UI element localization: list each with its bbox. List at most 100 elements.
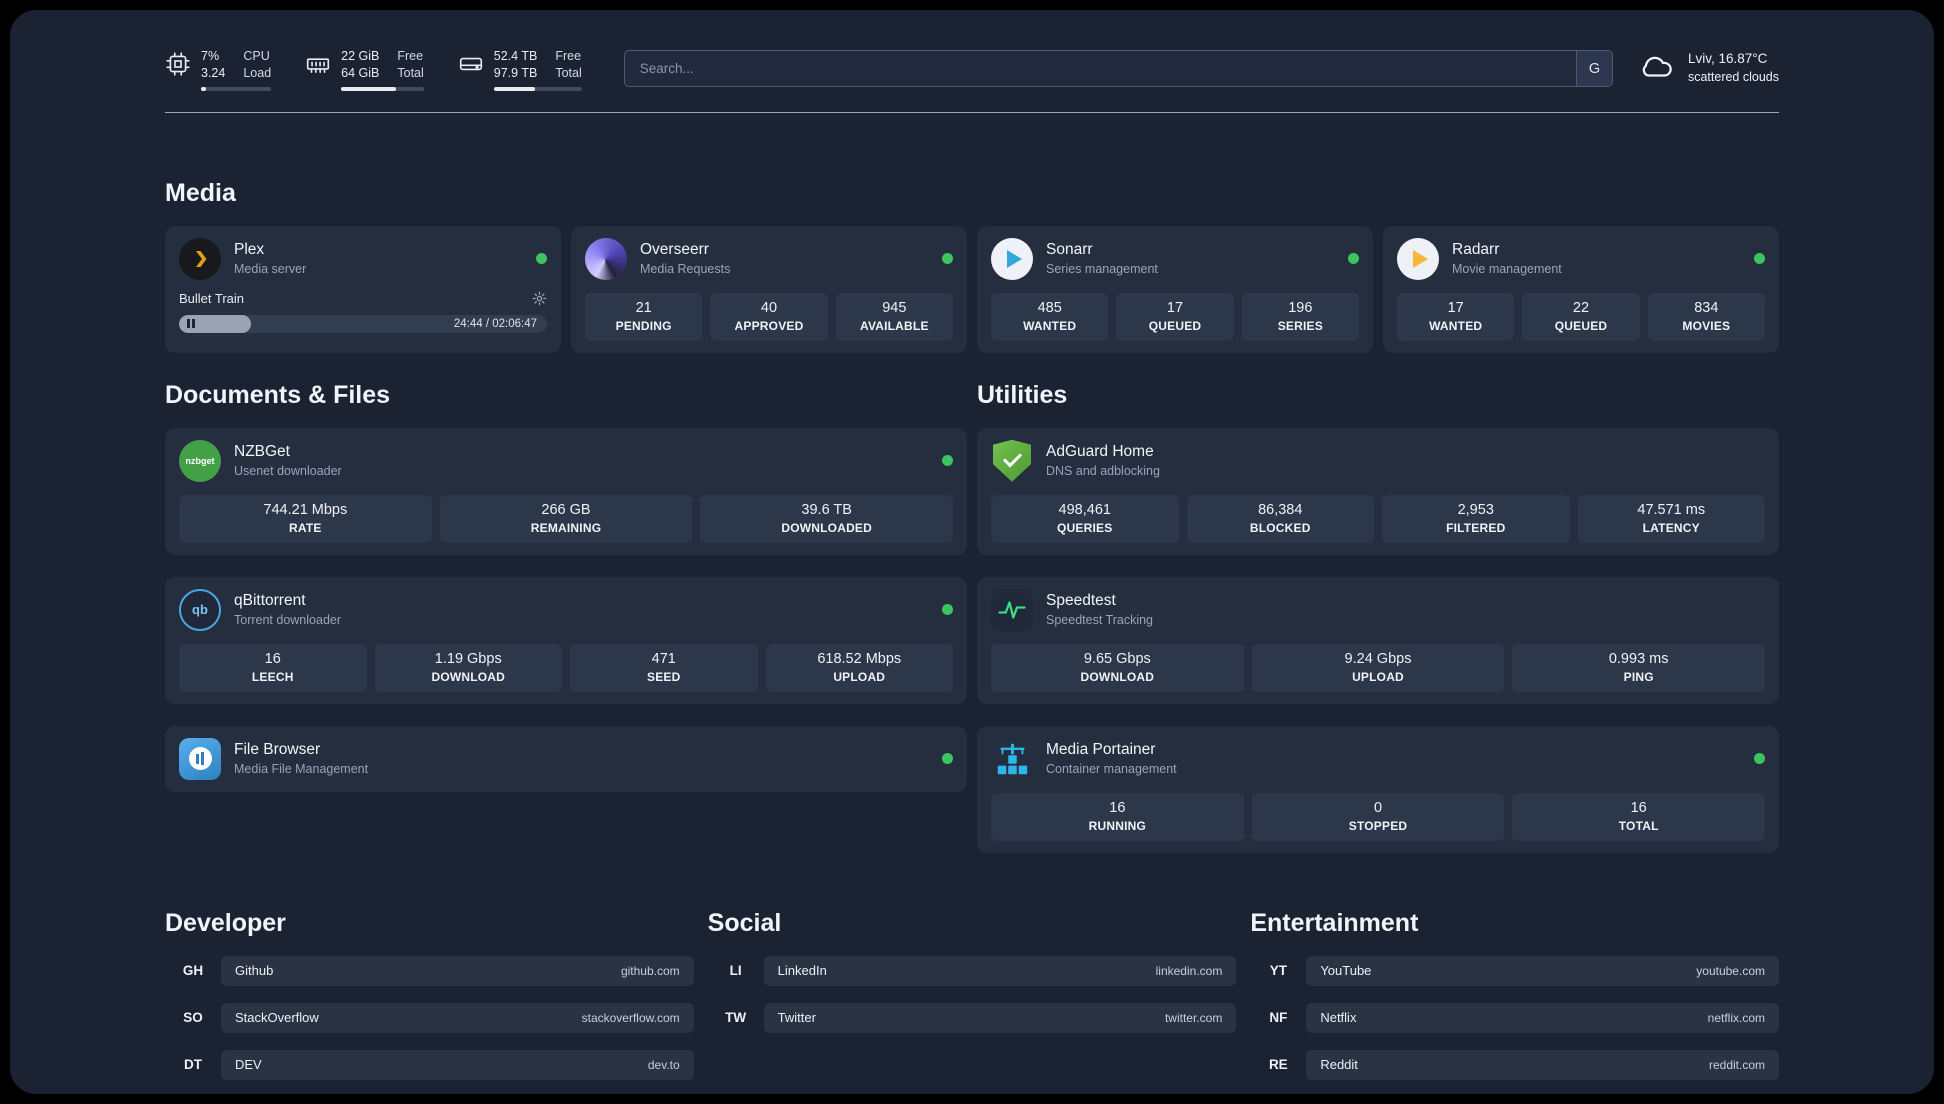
storage-label-bottom: Total — [555, 65, 582, 80]
section-developer: Developer GH Github github.com SO StackO… — [165, 909, 694, 1080]
stat-tile: 17 WANTED — [1397, 292, 1515, 341]
search-input[interactable] — [624, 51, 1576, 86]
section-title-entertainment: Entertainment — [1250, 908, 1419, 937]
app-card-overseerr[interactable]: Overseerr Media Requests 21 PENDING 40 APP… — [571, 225, 967, 353]
app-card-portainer[interactable]: Media Portainer Container management 16 R… — [977, 725, 1779, 853]
app-name: Plex — [234, 241, 265, 259]
cpu-chip-icon — [165, 51, 191, 82]
portainer-icon — [991, 738, 1033, 780]
dashboard-window: 7% 3.24 CPU Load 22 GiB 64 GiB Free Tota… — [10, 10, 1934, 1094]
cloud-icon — [1639, 51, 1675, 84]
app-name: AdGuard Home — [1046, 443, 1154, 461]
memory-total: 64 GiB — [341, 65, 380, 80]
app-subtitle: Media server — [234, 262, 307, 277]
stat-tile: 9.24 Gbps UPLOAD — [1251, 643, 1505, 692]
cpu-widget: 7% 3.24 CPU Load — [165, 48, 272, 91]
section-documents: Documents & Files nzbget NZBGet Usenet d… — [165, 381, 967, 853]
stat-tile: 47.571 ms LATENCY — [1577, 494, 1765, 543]
app-card-nzbget[interactable]: nzbget NZBGet Usenet downloader 744.21 M… — [165, 427, 967, 555]
bookmark-row: TW Twitter twitter.com — [708, 1002, 1237, 1033]
now-playing-title: Bullet Train — [179, 290, 245, 306]
app-subtitle: DNS and adblocking — [1046, 464, 1160, 479]
status-dot — [536, 253, 547, 265]
playback-time: 24:44 / 02:06:47 — [453, 317, 537, 330]
stat-tile: 22 QUEUED — [1522, 292, 1640, 341]
stat-tile: 196 SERIES — [1241, 292, 1359, 341]
bookmark-link-twitter[interactable]: Twitter twitter.com — [763, 1002, 1237, 1033]
status-dot — [942, 604, 953, 616]
section-utilities: Utilities AdGuard Home DNS and adblockin… — [977, 381, 1779, 853]
pause-icon — [187, 319, 190, 329]
app-name: File Browser — [234, 741, 321, 759]
app-card-qbittorrent[interactable]: qb qBittorrent Torrent downloader 16 LEEC… — [165, 576, 967, 704]
app-name: Radarr — [1452, 241, 1500, 259]
app-subtitle: Container management — [1046, 762, 1177, 777]
status-dot — [942, 253, 953, 265]
stat-tile: 498,461 QUERIES — [991, 494, 1179, 543]
section-title-media: Media — [165, 178, 236, 207]
app-subtitle: Series management — [1046, 262, 1158, 277]
stat-tile: 1.19 Gbps DOWNLOAD — [374, 643, 562, 692]
section-social: Social LI LinkedIn linkedin.com TW Twitt… — [708, 909, 1237, 1080]
app-name: qBittorrent — [234, 592, 306, 610]
bookmark-abbr: LI — [729, 963, 742, 979]
cpu-load: 3.24 — [201, 65, 226, 80]
bookmark-link-reddit[interactable]: Reddit reddit.com — [1306, 1049, 1779, 1080]
storage-widget: 52.4 TB 97.9 TB Free Total — [458, 48, 582, 91]
stat-tile: 471 SEED — [570, 643, 758, 692]
bookmark-row: GH Github github.com — [165, 955, 694, 986]
playback-progress-bar[interactable]: 24:44 / 02:06:47 — [179, 314, 547, 333]
app-subtitle: Torrent downloader — [234, 613, 342, 628]
disk-icon — [458, 51, 484, 82]
nzbget-icon: nzbget — [179, 439, 221, 482]
dashboard-content: 7% 3.24 CPU Load 22 GiB 64 GiB Free Tota… — [10, 10, 1934, 1094]
app-card-filebrowser[interactable]: File Browser Media File Management — [165, 725, 967, 792]
sonarr-icon — [991, 237, 1033, 280]
overseerr-icon — [585, 237, 627, 280]
qbittorrent-icon: qb — [179, 588, 221, 631]
app-name: NZBGet — [234, 443, 290, 461]
cpu-percent: 7% — [201, 49, 220, 63]
section-entertainment: Entertainment YT YouTube youtube.com NF … — [1250, 909, 1779, 1080]
section-media: Media Plex Media server Bullet Train 24:… — [165, 179, 1779, 353]
app-name: Overseerr — [640, 241, 709, 259]
status-dot — [1348, 253, 1359, 265]
bookmark-link-linkedin[interactable]: LinkedIn linkedin.com — [763, 955, 1237, 986]
bookmark-link-stackoverflow[interactable]: StackOverflow stackoverflow.com — [221, 1002, 694, 1033]
app-card-sonarr[interactable]: Sonarr Series management 485 WANTED 17 QUE… — [977, 225, 1373, 353]
app-subtitle: Media File Management — [234, 762, 369, 777]
weather-location: Lviv, 16.87°C — [1687, 51, 1768, 66]
app-card-radarr[interactable]: Radarr Movie management 17 WANTED 22 QUEUE… — [1383, 225, 1779, 353]
bookmark-link-github[interactable]: Github github.com — [221, 955, 694, 986]
section-title-utilities: Utilities — [977, 380, 1068, 409]
bookmark-link-youtube[interactable]: YouTube youtube.com — [1306, 955, 1779, 986]
bookmark-row: LI LinkedIn linkedin.com — [708, 955, 1237, 986]
gear-icon[interactable] — [532, 291, 547, 306]
app-card-plex[interactable]: Plex Media server Bullet Train 24:44 / 0… — [165, 225, 561, 353]
stat-tile: 39.6 TB DOWNLOADED — [700, 494, 954, 543]
memory-label-bottom: Total — [397, 65, 424, 80]
memory-label-top: Free — [397, 49, 424, 63]
bookmark-row: DT DEV dev.to — [165, 1049, 694, 1080]
status-dot — [942, 455, 953, 467]
stat-tile: 17 QUEUED — [1116, 292, 1234, 341]
section-title-documents: Documents & Files — [165, 380, 391, 409]
bookmark-abbr: TW — [725, 1010, 747, 1026]
section-title-developer: Developer — [165, 908, 286, 937]
bookmark-row: YT YouTube youtube.com — [1250, 955, 1779, 986]
stat-tile: 16 LEECH — [179, 643, 367, 692]
stat-tile: 0.993 ms PING — [1512, 643, 1766, 692]
weather-condition: scattered clouds — [1687, 69, 1779, 84]
memory-free: 22 GiB — [341, 49, 380, 63]
search-engine-button[interactable]: G — [1575, 51, 1612, 86]
app-card-adguard[interactable]: AdGuard Home DNS and adblocking 498,461 Q… — [977, 427, 1779, 555]
bookmark-abbr: RE — [1268, 1057, 1288, 1073]
top-bar: 7% 3.24 CPU Load 22 GiB 64 GiB Free Tota… — [165, 10, 1779, 91]
bookmark-abbr: YT — [1269, 963, 1287, 979]
bookmark-link-dev[interactable]: DEV dev.to — [221, 1049, 694, 1080]
bookmark-link-netflix[interactable]: Netflix netflix.com — [1306, 1002, 1779, 1033]
stat-tile: 0 STOPPED — [1251, 792, 1505, 841]
stat-tile: 618.52 Mbps UPLOAD — [765, 643, 953, 692]
app-card-speedtest[interactable]: Speedtest Speedtest Tracking 9.65 Gbps DO… — [977, 576, 1779, 704]
radarr-icon — [1397, 237, 1439, 280]
